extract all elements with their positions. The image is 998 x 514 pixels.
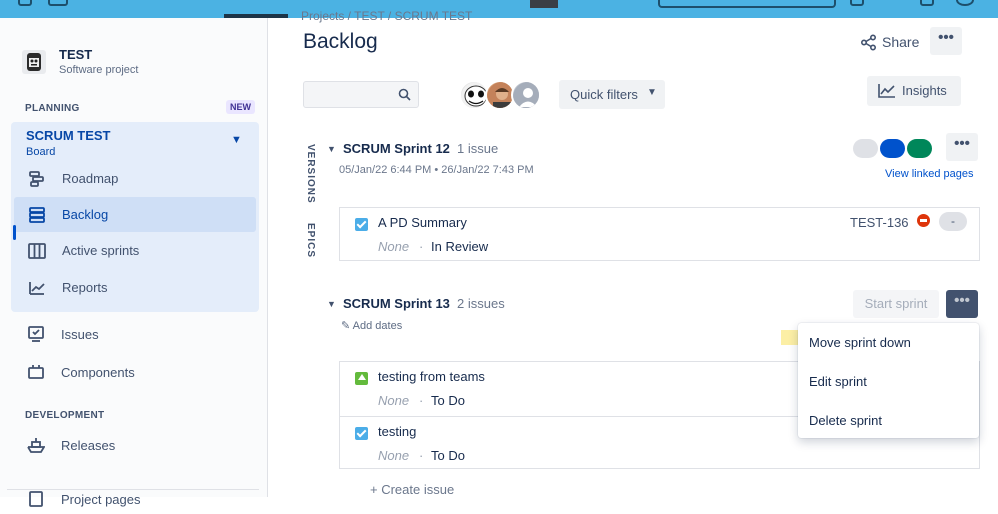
quick-filters-label: Quick filters [570, 87, 638, 102]
issues-icon [27, 325, 45, 343]
sprint-issue-list: A PD Summary None · In Review TEST-136 - [339, 207, 980, 261]
chevron-down-icon[interactable]: ▼ [327, 144, 336, 154]
versions-tab[interactable]: VERSIONS [305, 144, 316, 204]
in-progress-status-pill [880, 139, 905, 158]
menu-item-label: Edit sprint [809, 374, 867, 389]
issue-status[interactable]: In Review [431, 239, 488, 254]
issue-title[interactable]: testing from teams [378, 369, 485, 384]
sprint-more-button-active[interactable]: ••• [946, 290, 978, 318]
help-icon[interactable] [920, 0, 934, 6]
separator: · [419, 393, 424, 408]
separator: · [419, 239, 424, 254]
insights-button[interactable]: Insights [867, 76, 961, 106]
sidebar-item-backlog[interactable]: Backlog [14, 197, 256, 232]
avatar[interactable] [511, 80, 541, 110]
sprint-issue-count: 1 issue [457, 141, 499, 156]
sidebar-item-label: Active sprints [62, 243, 140, 258]
jira-logo-icon[interactable] [48, 0, 68, 6]
sprint-name: SCRUM Sprint 13 [343, 296, 450, 311]
backlog-icon [28, 206, 46, 224]
profile-avatar[interactable] [956, 0, 974, 6]
page-title: Backlog [303, 30, 378, 53]
project-avatar [22, 50, 46, 74]
backlog-search-input[interactable] [303, 81, 419, 108]
share-icon [860, 34, 877, 54]
create-issue-button[interactable]: + Create issue [370, 482, 454, 497]
sidebar-item-label: Backlog [62, 207, 109, 222]
view-linked-pages-link[interactable]: View linked pages [885, 168, 973, 180]
components-icon [27, 363, 45, 381]
menu-item-move-sprint-down[interactable]: Move sprint down [798, 325, 979, 359]
todo-status-pill [853, 139, 878, 158]
task-icon [355, 427, 368, 440]
issue-row[interactable]: A PD Summary None · In Review TEST-136 - [340, 208, 980, 262]
menu-item-label: Delete sprint [809, 413, 882, 428]
page-more-button[interactable]: ••• [930, 27, 962, 55]
apps-icon[interactable] [18, 0, 32, 6]
sprint-more-button[interactable]: ••• [946, 133, 978, 161]
planning-section-header: PLANNING [25, 103, 80, 114]
project-sidebar: TEST Software project PLANNING NEW SCRUM… [0, 18, 268, 507]
estimate-badge[interactable]: - [939, 212, 967, 231]
sprint-actions-menu: Move sprint down Edit sprint Delete spri… [798, 323, 979, 438]
issue-title[interactable]: A PD Summary [378, 215, 467, 230]
notifications-icon[interactable] [850, 0, 864, 6]
sidebar-item-active-sprints[interactable]: Active sprints [14, 233, 256, 268]
issue-key[interactable]: TEST-136 [850, 215, 909, 230]
quick-filters-button[interactable]: Quick filters ▼ [559, 80, 665, 109]
menu-item-label: Move sprint down [809, 335, 911, 350]
new-badge: NEW [226, 100, 255, 114]
create-button[interactable] [530, 0, 558, 8]
top-navigation-bar [0, 0, 998, 18]
chevron-down-icon[interactable]: ▼ [327, 299, 336, 309]
chevron-down-icon[interactable]: ▼ [231, 134, 242, 146]
done-status-pill [907, 139, 932, 158]
board-subtitle: Board [26, 146, 56, 158]
sprint-dates: 05/Jan/22 6:44 PM • 26/Jan/22 7:43 PM [339, 164, 534, 176]
issue-title[interactable]: testing [378, 424, 416, 439]
sidebar-item-roadmap[interactable]: Roadmap [14, 161, 256, 196]
chart-icon [28, 279, 46, 297]
sidebar-item-label: Reports [62, 280, 108, 295]
chevron-down-icon: ▼ [647, 87, 657, 98]
sidebar-item-label: Releases [61, 438, 116, 453]
menu-item-delete-sprint[interactable]: Delete sprint [798, 403, 979, 437]
add-dates-label: Add dates [352, 320, 403, 332]
task-icon [355, 218, 368, 231]
search-icon [398, 88, 411, 101]
global-search-input[interactable] [658, 0, 836, 8]
start-sprint-button[interactable]: Start sprint [853, 290, 939, 318]
page-icon [27, 490, 45, 508]
roadmap-icon [28, 170, 46, 188]
sidebar-item-label: Components [61, 365, 135, 380]
add-dates-link[interactable]: ✎ Add dates [341, 319, 402, 332]
project-type: Software project [59, 64, 139, 76]
menu-item-edit-sprint[interactable]: Edit sprint [798, 364, 979, 398]
project-name[interactable]: TEST [59, 47, 92, 62]
issue-status[interactable]: To Do [431, 393, 465, 408]
board-columns-icon [28, 242, 46, 260]
sidebar-item-label: Roadmap [62, 171, 119, 186]
sprint-issue-count: 2 issues [457, 296, 505, 311]
share-label: Share [882, 34, 920, 50]
issue-status[interactable]: To Do [431, 448, 465, 463]
epics-tab[interactable]: EPICS [305, 223, 316, 258]
sidebar-item-reports[interactable]: Reports [14, 270, 256, 305]
sprint-name: SCRUM Sprint 12 [343, 141, 450, 156]
separator: · [419, 448, 424, 463]
story-icon [355, 372, 368, 385]
issue-epic: None [378, 393, 410, 408]
development-section-header: DEVELOPMENT [25, 410, 105, 421]
sidebar-item-label: Project pages [61, 492, 141, 507]
sidebar-item-label: Issues [61, 327, 99, 342]
insights-icon [878, 83, 896, 98]
issue-epic: None [378, 448, 410, 463]
board-title: SCRUM TEST [26, 128, 111, 143]
breadcrumb[interactable]: Projects / TEST / SCRUM TEST [301, 9, 472, 23]
issue-epic: None [378, 239, 410, 254]
pencil-icon: ✎ [341, 320, 351, 332]
ship-icon [27, 436, 46, 454]
insights-label: Insights [902, 83, 947, 98]
priority-blocker-icon [917, 214, 930, 227]
